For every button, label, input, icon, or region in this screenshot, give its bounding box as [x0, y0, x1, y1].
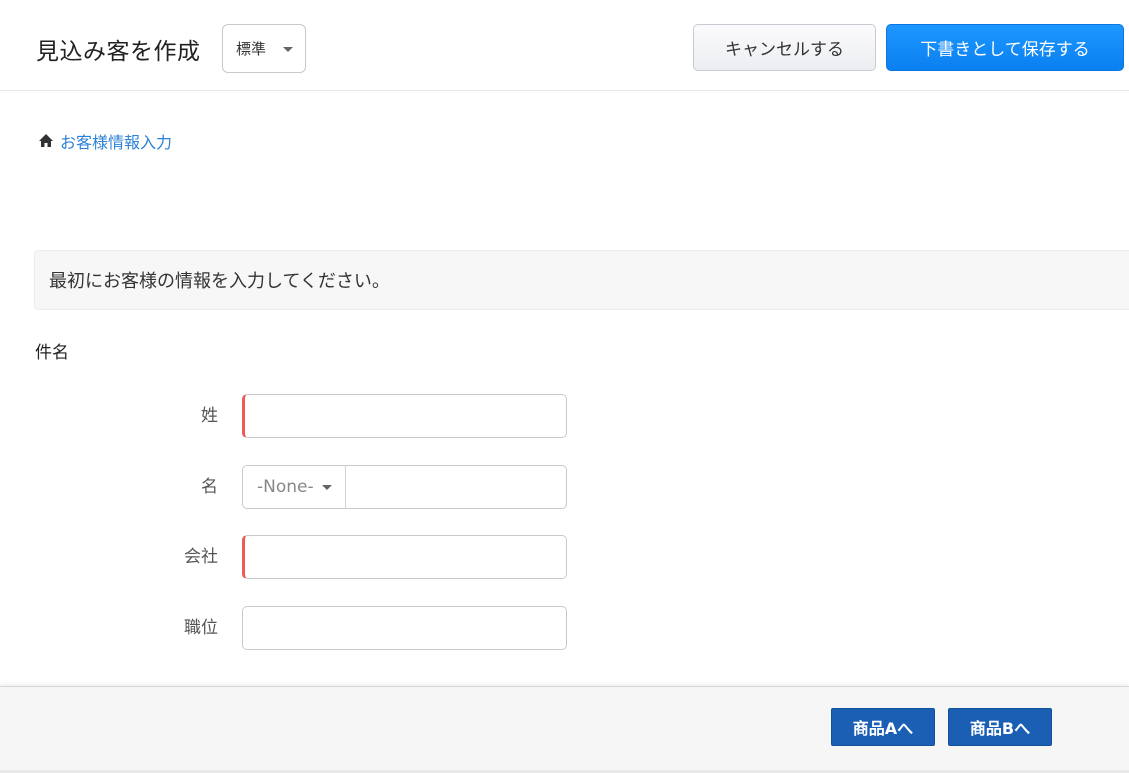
form-row-company: 会社: [0, 535, 600, 579]
cancel-button[interactable]: キャンセルする: [693, 24, 876, 71]
first-name-input[interactable]: [346, 466, 566, 508]
chevron-down-icon: [283, 47, 293, 52]
save-draft-button[interactable]: 下書きとして保存する: [886, 24, 1124, 71]
go-to-product-b-button[interactable]: 商品Bへ: [948, 708, 1052, 746]
page-header: 見込み客を作成 標準 キャンセルする 下書きとして保存する: [0, 0, 1129, 91]
job-title-input[interactable]: [242, 606, 567, 650]
layout-select[interactable]: 標準: [222, 24, 306, 73]
company-input[interactable]: [242, 535, 567, 579]
layout-select-value: 標準: [236, 40, 267, 58]
form-row-job-title: 職位: [0, 606, 600, 650]
form-row-first-name: 名 -None-: [0, 465, 600, 509]
go-to-product-a-button[interactable]: 商品Aへ: [831, 708, 935, 746]
first-name-combo: -None-: [242, 465, 567, 509]
first-name-label: 名: [201, 477, 218, 497]
company-label: 会社: [184, 547, 218, 567]
form-row-last-name: 姓: [0, 394, 600, 438]
section-title: 件名: [35, 343, 69, 363]
salutation-value: -None-: [257, 477, 314, 497]
home-icon: [38, 133, 54, 149]
chevron-down-icon: [322, 485, 332, 490]
last-name-label: 姓: [201, 406, 218, 426]
info-banner: 最初にお客様の情報を入力してください。: [34, 250, 1129, 310]
last-name-input[interactable]: [242, 394, 567, 438]
breadcrumb: お客様情報入力: [38, 129, 172, 153]
footer-bar: 商品Aへ 商品Bへ: [0, 686, 1129, 773]
page-title: 見込み客を作成: [36, 39, 201, 65]
salutation-select[interactable]: -None-: [243, 466, 346, 508]
job-title-label: 職位: [184, 618, 218, 638]
breadcrumb-link-customer-info[interactable]: お客様情報入力: [60, 129, 172, 153]
info-banner-text: 最初にお客様の情報を入力してください。: [49, 271, 390, 292]
